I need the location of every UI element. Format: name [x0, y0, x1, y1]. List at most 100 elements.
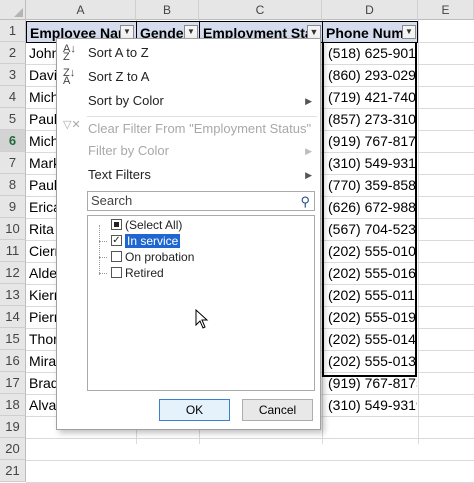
row-header[interactable]: 14 — [0, 306, 26, 328]
tree-line — [99, 241, 107, 242]
phone-number-cell[interactable]: (857) 273-3103 — [325, 108, 417, 130]
column-header-a[interactable]: A — [26, 0, 136, 20]
header-phone-number-label: Phone Numb — [326, 25, 413, 41]
option-select-all-label: (Select All) — [125, 218, 183, 232]
autofilter-menu: A↓ Z Sort A to Z Z↓ A Sort Z to A Sort by … — [56, 38, 321, 430]
column-header-e[interactable]: E — [418, 0, 474, 20]
cancel-button[interactable]: Cancel — [242, 399, 313, 421]
employee-name-cell[interactable]: Mich — [26, 86, 58, 108]
gridline — [26, 438, 474, 439]
menu-sort-a-to-z[interactable]: A↓ Z Sort A to Z — [57, 41, 320, 65]
column-header-d[interactable]: D — [322, 0, 418, 20]
checkbox-on-probation[interactable] — [111, 251, 122, 263]
option-select-all[interactable]: (Select All) — [111, 217, 182, 233]
employee-name-cell[interactable]: Kierr — [26, 284, 58, 306]
row-header[interactable]: 15 — [0, 328, 26, 350]
option-in-service-label: In service — [125, 234, 181, 248]
phone-number-cell[interactable]: (919) 767-8175 — [325, 130, 417, 152]
menu-sort-z-to-a-label: Sort Z to A — [88, 69, 150, 84]
employee-name-cell[interactable]: Thor — [26, 328, 58, 350]
menu-sort-z-to-a[interactable]: Z↓ A Sort Z to A — [57, 65, 320, 89]
row-header[interactable]: 11 — [0, 240, 26, 262]
select-all-corner[interactable] — [0, 0, 26, 20]
column-header-b[interactable]: B — [136, 0, 199, 20]
row-header[interactable]: 1 — [0, 20, 26, 42]
checkbox-in-service[interactable]: ✓ — [111, 235, 122, 247]
filter-dropdown-gender-icon[interactable]: ▼ — [184, 25, 198, 39]
search-input[interactable]: Search ⚲ — [87, 191, 315, 211]
row-header[interactable]: 17 — [0, 372, 26, 394]
tree-line — [99, 257, 107, 258]
employee-name-cell[interactable]: Paul — [26, 174, 58, 196]
phone-number-cell[interactable]: (202) 555-0163 — [325, 262, 417, 284]
option-on-probation[interactable]: On probation — [111, 249, 194, 265]
employee-name-cell[interactable]: Cierr — [26, 240, 58, 262]
option-retired[interactable]: Retired — [111, 265, 164, 281]
option-on-probation-label: On probation — [125, 250, 195, 264]
phone-number-cell[interactable]: (919) 767-8175 — [325, 372, 417, 394]
row-header[interactable]: 18 — [0, 394, 26, 416]
employee-name-cell[interactable]: John — [26, 42, 58, 64]
menu-sort-by-color[interactable]: Sort by Color ▶ — [57, 89, 320, 113]
employee-name-cell[interactable]: Brad — [26, 372, 58, 394]
checkbox-retired[interactable] — [111, 267, 122, 279]
filter-values-list[interactable]: (Select All) ✓ In service On probation Re… — [87, 215, 315, 391]
row-header[interactable]: 19 — [0, 416, 26, 438]
row-header[interactable]: 12 — [0, 262, 26, 284]
phone-number-cell[interactable]: (719) 421-7400 — [325, 86, 417, 108]
row-header[interactable]: 6 — [0, 130, 26, 152]
employee-name-cell[interactable]: Mira — [26, 350, 58, 372]
row-header[interactable]: 9 — [0, 196, 26, 218]
ok-button[interactable]: OK — [159, 399, 230, 421]
row-header[interactable]: 7 — [0, 152, 26, 174]
menu-filter-by-color-label: Filter by Color — [88, 143, 169, 158]
employee-name-cell[interactable]: Alde — [26, 262, 58, 284]
tree-line — [99, 273, 107, 274]
employee-name-cell[interactable]: Rita — [26, 218, 58, 240]
row-header[interactable]: 10 — [0, 218, 26, 240]
row-header[interactable]: 8 — [0, 174, 26, 196]
option-in-service[interactable]: ✓ In service — [111, 233, 181, 249]
phone-number-cell[interactable]: (202) 555-0114 — [325, 284, 417, 306]
row-header[interactable]: 4 — [0, 86, 26, 108]
phone-number-cell[interactable]: (626) 672-9887 — [325, 196, 417, 218]
filter-dropdown-phone-number-icon[interactable]: ▼ — [402, 25, 416, 39]
phone-number-cell[interactable]: (518) 625-9017 — [325, 42, 417, 64]
menu-clear-filter: ▽✕ Clear Filter From "Employment Status" — [57, 117, 320, 141]
row-header[interactable]: 5 — [0, 108, 26, 130]
employee-name-cell[interactable]: Pierr — [26, 306, 58, 328]
row-header[interactable]: 13 — [0, 284, 26, 306]
row-header[interactable]: 2 — [0, 42, 26, 64]
mouse-cursor-icon — [195, 309, 209, 329]
row-header[interactable]: 3 — [0, 64, 26, 86]
employee-name-cell[interactable]: Davi — [26, 64, 58, 86]
row-header[interactable]: 16 — [0, 350, 26, 372]
employee-name-cell[interactable]: Paul — [26, 108, 58, 130]
phone-number-cell[interactable]: (860) 293-0292 — [325, 64, 417, 86]
row-header[interactable]: 20 — [0, 438, 26, 460]
employee-name-cell[interactable]: Mich — [26, 130, 58, 152]
phone-number-cell[interactable]: (202) 555-0194 — [325, 306, 417, 328]
phone-number-cell[interactable]: (567) 704-5233 — [325, 218, 417, 240]
filter-dropdown-employee-name-icon[interactable]: ▼ — [120, 25, 134, 39]
phone-number-cell[interactable]: (310) 549-9319 — [325, 152, 417, 174]
submenu-arrow-icon: ▶ — [305, 96, 312, 106]
menu-text-filters-label: Text Filters — [88, 167, 151, 182]
checkbox-select-all[interactable] — [111, 219, 122, 231]
menu-text-filters[interactable]: Text Filters ▶ — [57, 163, 320, 187]
phone-number-cell[interactable]: (202) 555-0137 — [325, 350, 417, 372]
option-retired-label: Retired — [125, 266, 164, 280]
gridline — [26, 460, 474, 461]
row-header[interactable]: 21 — [0, 460, 26, 482]
submenu-arrow-icon: ▶ — [305, 170, 312, 180]
phone-number-cell[interactable]: (310) 549-9319 — [325, 394, 417, 416]
employee-name-cell[interactable]: Erica — [26, 196, 58, 218]
filter-dropdown-employment-status-icon[interactable]: ▼ — [307, 25, 321, 39]
column-header-c[interactable]: C — [199, 0, 322, 20]
phone-number-cell[interactable]: (202) 555-0109 — [325, 240, 417, 262]
employee-name-cell[interactable]: Mark — [26, 152, 58, 174]
phone-number-cell[interactable]: (202) 555-0144 — [325, 328, 417, 350]
employee-name-cell[interactable]: Alva — [26, 394, 58, 416]
phone-number-cell[interactable]: (770) 359-8588 — [325, 174, 417, 196]
sort-ascending-icon: A↓ Z — [63, 43, 76, 63]
